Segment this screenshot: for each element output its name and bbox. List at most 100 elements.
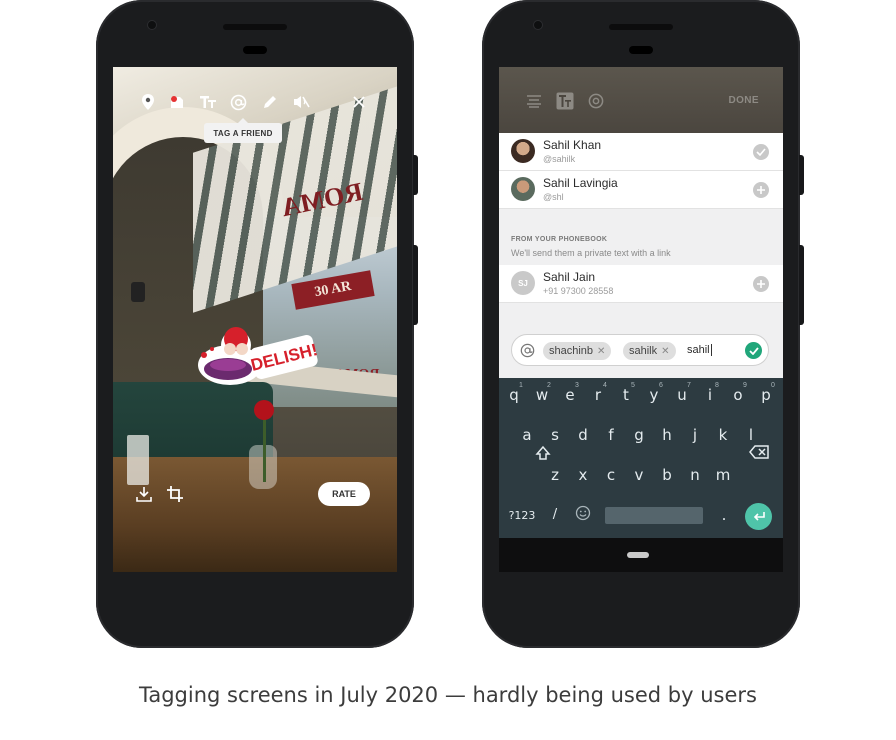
key-b[interactable]: b (653, 466, 681, 484)
shift-key[interactable] (529, 445, 557, 465)
contact-row[interactable]: Sahil Khan @sahilk (499, 133, 783, 171)
on-screen-keyboard: q1w2e3r4t5y6u7i8o9p0 asdfghjkl zxcvbnm ?… (499, 378, 783, 538)
key-number-hint: 9 (743, 382, 747, 389)
contact-name: Sahil Lavingia (543, 176, 618, 190)
key-t[interactable]: t (612, 386, 640, 404)
home-indicator[interactable] (627, 552, 649, 558)
avatar (511, 139, 535, 163)
key-number-hint: 4 (603, 382, 607, 389)
dimmed-toolbar: DONE (499, 67, 783, 133)
space-bar[interactable] (605, 507, 703, 524)
mention-icon[interactable] (227, 91, 249, 113)
wall-lamp (131, 282, 145, 302)
contact-name: Sahil Khan (543, 138, 602, 152)
key-m[interactable]: m (709, 466, 737, 484)
key-y[interactable]: y (640, 386, 668, 404)
volume-button (799, 155, 804, 195)
remove-chip-icon[interactable]: ✕ (597, 346, 605, 357)
speaker-grille (223, 24, 287, 30)
power-button (799, 245, 804, 325)
add-icon[interactable] (753, 276, 769, 292)
key-c[interactable]: c (597, 466, 625, 484)
crop-icon[interactable] (164, 483, 186, 505)
mention-input[interactable]: shachinb ✕ sahilk ✕ sahil (511, 334, 769, 366)
power-button (413, 245, 418, 325)
key-v[interactable]: v (625, 466, 653, 484)
text-icon[interactable] (197, 91, 219, 113)
key-z[interactable]: z (541, 466, 569, 484)
contact-handle: @shl (543, 192, 564, 202)
close-icon[interactable] (348, 91, 370, 113)
key-x[interactable]: x (569, 466, 597, 484)
emoji-key[interactable] (569, 505, 597, 525)
key-number-hint: 7 (687, 382, 691, 389)
key-g[interactable]: g (625, 426, 653, 444)
key-a[interactable]: a (513, 426, 541, 444)
story-editor-screen: ROMA 30 AR ROMA DELISH! (113, 67, 397, 572)
location-pin-icon[interactable] (137, 91, 159, 113)
backspace-key[interactable] (745, 445, 773, 463)
front-camera (148, 21, 156, 29)
contact-phone: +91 97300 28558 (543, 286, 614, 296)
confirm-check-icon[interactable] (745, 342, 762, 359)
contact-handle: @sahilk (543, 154, 576, 164)
enter-key[interactable] (745, 503, 772, 530)
key-s[interactable]: s (541, 426, 569, 444)
key-i[interactable]: i (696, 386, 724, 404)
key-q[interactable]: q (500, 386, 528, 404)
pencil-icon[interactable] (259, 91, 281, 113)
tag-chip[interactable]: shachinb ✕ (543, 342, 612, 360)
checkmark-icon[interactable] (753, 144, 769, 160)
key-d[interactable]: d (569, 426, 597, 444)
key-l[interactable]: l (737, 426, 765, 444)
key-k[interactable]: k (709, 426, 737, 444)
key-h[interactable]: h (653, 426, 681, 444)
key-f[interactable]: f (597, 426, 625, 444)
key-number-hint: 5 (631, 382, 635, 389)
volume-button (413, 155, 418, 195)
key-r[interactable]: r (584, 386, 612, 404)
key-w[interactable]: w (528, 386, 556, 404)
mute-icon[interactable] (290, 91, 312, 113)
align-icon[interactable] (524, 91, 544, 111)
sticker-icon[interactable] (166, 91, 188, 113)
key-j[interactable]: j (681, 426, 709, 444)
key-e[interactable]: e (556, 386, 584, 404)
rose (254, 400, 274, 420)
proximity-sensor (629, 46, 653, 54)
figure-caption: Tagging screens in July 2020 — hardly be… (139, 683, 757, 707)
text-icon[interactable] (555, 91, 575, 111)
add-icon[interactable] (753, 182, 769, 198)
key-number-hint: 0 (771, 382, 775, 389)
key-p[interactable]: p (752, 386, 780, 404)
phonebook-section-subtitle: We'll send them a private text with a li… (511, 248, 671, 258)
right-phone: DONE Sahil Khan @sahilk Sahil Lavingia @… (482, 0, 804, 648)
left-phone: ROMA 30 AR ROMA DELISH! (96, 0, 418, 648)
tag-chip[interactable]: sahilk ✕ (623, 342, 676, 360)
avatar (511, 177, 535, 201)
proximity-sensor (243, 46, 267, 54)
key-number-hint: 6 (659, 382, 663, 389)
key-n[interactable]: n (681, 466, 709, 484)
water-glass (127, 435, 149, 485)
contact-row[interactable]: Sahil Lavingia @shl (499, 171, 783, 209)
download-icon[interactable] (133, 483, 155, 505)
delish-sticker[interactable]: DELISH! (190, 321, 320, 391)
phonebook-contact-row[interactable]: SJ Sahil Jain +91 97300 28558 (499, 265, 783, 303)
done-button[interactable]: DONE (729, 95, 760, 106)
tag-a-friend-tooltip: TAG A FRIEND (204, 118, 282, 143)
mention-suggestions-sheet: Sahil Khan @sahilk Sahil Lavingia @shl F… (499, 133, 783, 378)
key-u[interactable]: u (668, 386, 696, 404)
remove-chip-icon[interactable]: ✕ (661, 346, 669, 357)
rate-button[interactable]: RATE (318, 482, 370, 506)
typed-query: sahil (687, 344, 712, 356)
tag-friend-screen: DONE Sahil Khan @sahilk Sahil Lavingia @… (499, 67, 783, 572)
period-key[interactable]: . (710, 506, 738, 524)
phonebook-section-title: FROM YOUR PHONEBOOK (511, 236, 608, 243)
mention-icon[interactable] (586, 91, 606, 111)
slash-key[interactable]: / (541, 507, 569, 522)
symbols-key[interactable]: ?123 (507, 509, 537, 522)
android-nav-bar (499, 538, 783, 572)
key-o[interactable]: o (724, 386, 752, 404)
key-number-hint: 1 (519, 382, 523, 389)
